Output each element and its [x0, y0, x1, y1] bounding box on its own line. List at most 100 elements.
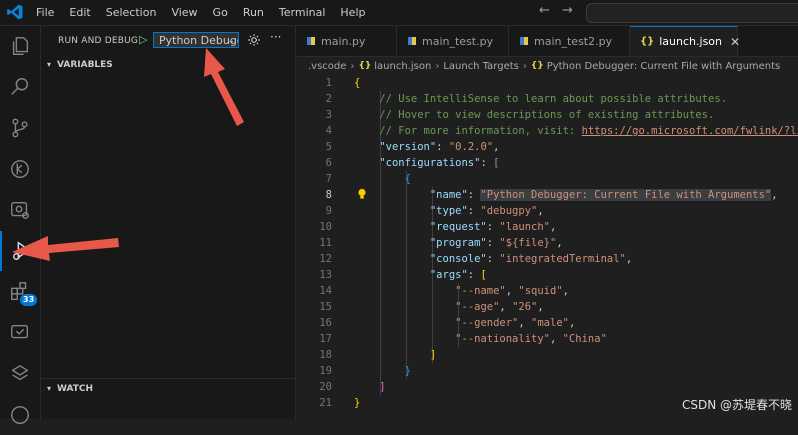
- menu-selection[interactable]: Selection: [106, 6, 157, 19]
- line-number: 14: [319, 285, 332, 297]
- tab-main-test2-py[interactable]: main_test2.py: [509, 26, 630, 56]
- back-arrow-icon[interactable]: ←: [539, 3, 550, 18]
- code-token: :: [436, 141, 449, 153]
- code-token: "name": [429, 189, 468, 201]
- code-line[interactable]: 1{: [296, 75, 798, 91]
- code-text: {: [354, 171, 411, 187]
- deploy-button[interactable]: [0, 354, 40, 394]
- tab-main-py[interactable]: main.py: [296, 26, 397, 56]
- code-line[interactable]: 2 // Use IntelliSense to learn about pos…: [296, 91, 798, 107]
- code-line[interactable]: 4 // For more information, visit: https:…: [296, 123, 798, 139]
- forward-arrow-icon[interactable]: →: [562, 3, 573, 18]
- code-text: "name": "Python Debugger: Current File w…: [354, 187, 778, 203]
- search-button[interactable]: [0, 67, 40, 107]
- code-line[interactable]: 11 "program": "${file}",: [296, 235, 798, 251]
- tab-main-test-py[interactable]: main_test.py: [397, 26, 509, 56]
- menu-terminal[interactable]: Terminal: [279, 6, 326, 19]
- code-token: ,: [549, 333, 563, 345]
- json-file-icon: {}: [358, 61, 372, 71]
- line-number: 21: [319, 397, 332, 409]
- code-token: "--nationality": [455, 333, 550, 345]
- code-token: ,: [625, 253, 633, 265]
- menu-run[interactable]: Run: [243, 6, 264, 19]
- code-line[interactable]: 17 "--nationality", "China": [296, 331, 798, 347]
- line-number: 1: [325, 77, 332, 89]
- command-center-search[interactable]: [586, 3, 798, 23]
- line-number: 7: [325, 173, 332, 185]
- menu-file[interactable]: File: [36, 6, 54, 19]
- extensions-button[interactable]: 33: [0, 272, 40, 312]
- code-token: ,: [537, 205, 544, 217]
- code-line[interactable]: 8 "name": "Python Debugger: Current File…: [296, 187, 798, 203]
- code-editor[interactable]: 1{2 // Use IntelliSense to learn about p…: [296, 75, 798, 419]
- code-line[interactable]: 14 "--name", "squid",: [296, 283, 798, 299]
- explorer-button[interactable]: [0, 26, 40, 66]
- source-control-button[interactable]: [0, 108, 40, 148]
- code-text: }: [354, 395, 360, 411]
- code-token: "request": [429, 221, 487, 233]
- line-number: 6: [325, 157, 332, 169]
- code-text: "--nationality", "China": [354, 331, 607, 347]
- code-token: "version": [379, 141, 437, 153]
- testing-button[interactable]: [0, 313, 40, 353]
- code-line[interactable]: 20 ]: [296, 379, 798, 395]
- lightbulb-icon[interactable]: [357, 188, 367, 200]
- code-text: }: [354, 363, 411, 379]
- github-actions-button[interactable]: [0, 149, 40, 189]
- menu-edit[interactable]: Edit: [69, 6, 90, 19]
- code-token: "0.2.0": [448, 141, 494, 153]
- run-and-debug-sidebar: RUN AND DEBUG ▷ Python Debugger: Current…: [41, 26, 296, 419]
- code-line[interactable]: 15 "--age", "26",: [296, 299, 798, 315]
- chevron-down-icon: ▾: [46, 384, 51, 393]
- tab-launch-json[interactable]: {} launch.json ✕: [630, 26, 740, 56]
- variables-section-header[interactable]: ▾ VARIABLES: [41, 55, 295, 75]
- code-token: "--name": [455, 285, 506, 297]
- code-token: "integratedTerminal": [499, 253, 626, 265]
- code-text: // Hover to view descriptions of existin…: [354, 107, 714, 123]
- menu-help[interactable]: Help: [340, 6, 365, 19]
- code-line[interactable]: 13 "args": [: [296, 267, 798, 283]
- code-token: ,: [771, 189, 778, 201]
- breadcrumb-symbol[interactable]: Launch Targets: [443, 61, 519, 72]
- editor-tabs: main.py main_test.py main_test2.py {} la…: [296, 26, 798, 57]
- tab-label: main.py: [321, 34, 366, 48]
- code-text: // For more information, visit: https://…: [354, 123, 798, 139]
- watermark: CSDN @苏堤春不晓: [681, 398, 792, 412]
- code-token: ,: [505, 285, 519, 297]
- code-token: "--gender": [455, 317, 519, 329]
- code-token: // Hover to view descriptions of existin…: [354, 109, 715, 121]
- code-text: "--gender", "male",: [354, 315, 575, 331]
- code-line[interactable]: 5 "version": "0.2.0",: [296, 139, 798, 155]
- code-text: // Use IntelliSense to learn about possi…: [354, 91, 727, 107]
- breadcrumb-folder[interactable]: .vscode: [308, 61, 346, 72]
- code-line[interactable]: 16 "--gender", "male",: [296, 315, 798, 331]
- source-control-icon: [12, 118, 28, 138]
- watch-section-header[interactable]: ▾ WATCH: [41, 378, 295, 399]
- code-line[interactable]: 10 "request": "launch",: [296, 219, 798, 235]
- code-line[interactable]: 3 // Hover to view descriptions of exist…: [296, 107, 798, 123]
- breadcrumb-file[interactable]: launch.json: [374, 61, 431, 72]
- start-debugging-button[interactable]: ▷: [139, 32, 153, 48]
- code-line[interactable]: 18 ]: [296, 347, 798, 363]
- code-line[interactable]: 7 {: [296, 171, 798, 187]
- annotation-arrow: [204, 48, 244, 126]
- code-line[interactable]: 9 "type": "debugpy",: [296, 203, 798, 219]
- menu-view[interactable]: View: [171, 6, 197, 19]
- code-token: // For more information, visit:: [354, 125, 582, 137]
- code-line[interactable]: 12 "console": "integratedTerminal",: [296, 251, 798, 267]
- close-icon[interactable]: ✕: [730, 35, 740, 49]
- menu-go[interactable]: Go: [213, 6, 228, 19]
- code-line[interactable]: 6 "configurations": [: [296, 155, 798, 171]
- chevron-right-icon: ›: [435, 60, 440, 72]
- remote-explorer-button[interactable]: [0, 190, 40, 230]
- code-line[interactable]: 19 }: [296, 363, 798, 379]
- line-number: 17: [319, 333, 332, 345]
- code-text: "type": "debugpy",: [354, 203, 544, 219]
- code-text: {: [354, 75, 360, 91]
- code-token: ,: [550, 221, 557, 233]
- more-actions-button[interactable]: ···: [270, 30, 281, 44]
- github-button[interactable]: [0, 395, 40, 435]
- breadcrumb-entry[interactable]: Python Debugger: Current File with Argum…: [547, 61, 781, 72]
